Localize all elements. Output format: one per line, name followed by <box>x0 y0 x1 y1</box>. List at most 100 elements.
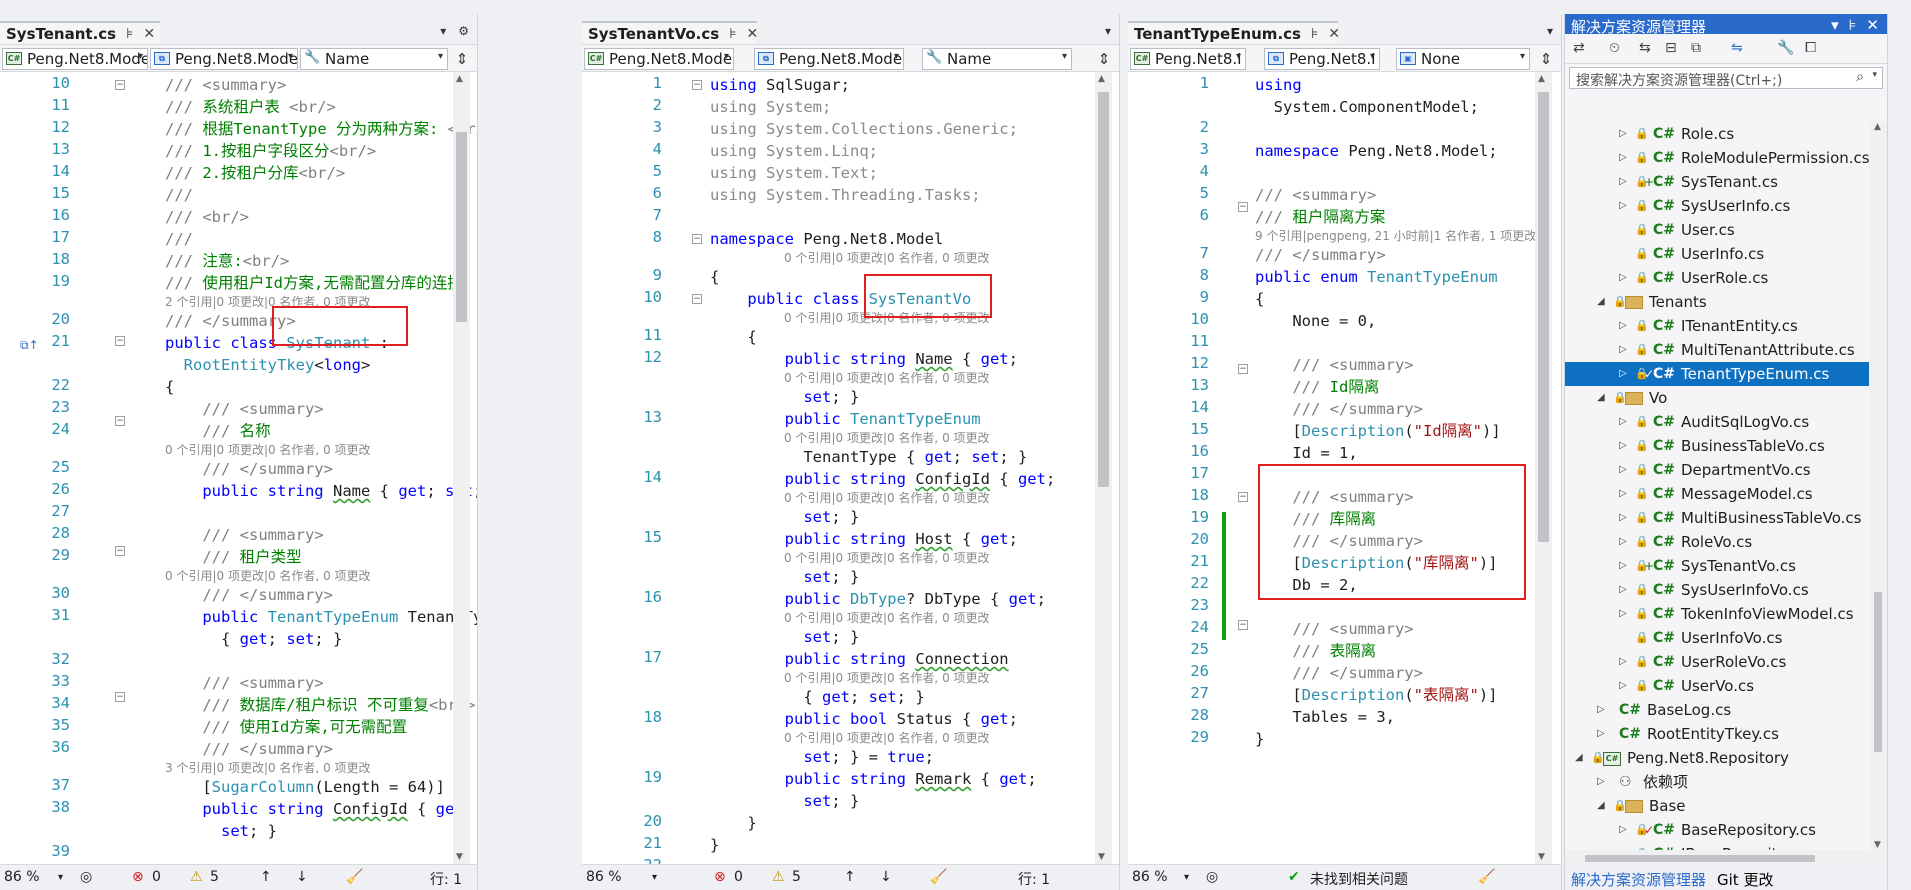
chevron-right-icon[interactable]: ▷ <box>1619 818 1627 842</box>
code-line[interactable]: 11 /// 系统租户表 <br/> <box>0 96 477 118</box>
tree-item[interactable]: ◢ 🔒 C# Peng.Net8.Repository <box>1565 746 1869 770</box>
zoom-level[interactable]: 86 % <box>1132 869 1168 885</box>
zoom-dropdown-icon[interactable]: ▾ <box>1184 872 1189 883</box>
project-combo[interactable]: C# Peng.Net8.I ▾ <box>1130 48 1246 70</box>
code-line[interactable]: 1 using <box>1128 74 1561 96</box>
code-line[interactable]: 7 <box>582 206 1119 228</box>
chevron-right-icon[interactable]: ▷ <box>1619 482 1627 506</box>
codelens-hint[interactable]: 0 个引用|0 项更改|0 名作者, 0 项更改 <box>784 250 990 266</box>
split-icon[interactable]: ⇕ <box>451 48 473 70</box>
tree-item[interactable]: ▷ 🔒 C# UserRole.cs <box>1565 266 1869 290</box>
chevron-right-icon[interactable]: ▷ <box>1619 434 1627 458</box>
fold-toggle-icon[interactable]: − <box>692 80 702 90</box>
code-line[interactable]: 19 public string Remark { get; <box>582 768 1119 790</box>
tab-systenant[interactable]: SysTenant.cs ⊧ ✕ <box>0 21 160 44</box>
code-line[interactable]: set; } <box>582 566 1119 588</box>
scrollbar-thumb[interactable] <box>1585 855 1815 862</box>
tree-item[interactable]: ▷ 🔒 C# Role.cs <box>1565 122 1869 146</box>
cleanup-icon[interactable]: 🧹 <box>930 869 947 885</box>
tree-item[interactable]: ▷ 🔒 ✓ C# TenantTypeEnum.cs <box>1565 362 1869 386</box>
tab-tenanttypeenum[interactable]: TenantTypeEnum.cs ⊧ ✕ <box>1128 21 1340 44</box>
code-line[interactable]: 13 /// Id隔离 <box>1128 376 1561 398</box>
scroll-down-icon[interactable]: ▼ <box>1538 852 1545 862</box>
close-icon[interactable]: ✕ <box>746 26 758 42</box>
chevron-right-icon[interactable]: ▷ <box>1619 170 1627 194</box>
fold-toggle-icon[interactable]: − <box>1238 364 1248 374</box>
code-line[interactable]: 35 /// 使用Id方案,可无需配置 <box>0 716 477 738</box>
type-combo[interactable]: ⧉ Peng.Net8.Model. ▾ <box>150 48 298 70</box>
code-line[interactable]: set; } = true; <box>582 746 1119 768</box>
tree-item[interactable]: ▷ 🔒 C# TokenInfoViewModel.cs <box>1565 602 1869 626</box>
chevron-down-icon[interactable]: ◢ <box>1597 290 1605 314</box>
code-line[interactable]: 5 using System.Text; <box>582 162 1119 184</box>
chevron-right-icon[interactable]: ▷ <box>1619 194 1627 218</box>
tree-item[interactable]: ◢ 🔒 Vo <box>1565 386 1869 410</box>
tree-item[interactable]: 🔒 C# User.cs <box>1565 218 1869 242</box>
tree-item[interactable]: ▷ C# BaseLog.cs <box>1565 698 1869 722</box>
code-line[interactable]: 28 Tables = 3, <box>1128 706 1561 728</box>
tree-item[interactable]: ▷ 🔒 + C# SysTenant.cs <box>1565 170 1869 194</box>
tree-item[interactable]: ▷ 🔒 C# UserRoleVo.cs <box>1565 650 1869 674</box>
code-line[interactable]: 24 /// <summary> <box>1128 618 1561 640</box>
chevron-right-icon[interactable]: ▷ <box>1619 578 1627 602</box>
codelens-hint[interactable]: 0 个引用|0 项更改|0 名作者, 0 项更改 <box>784 490 990 506</box>
pin-icon[interactable]: ⊧ <box>729 26 736 42</box>
fold-toggle-icon[interactable]: − <box>1238 620 1248 630</box>
code-line[interactable]: 3 using System.Collections.Generic; <box>582 118 1119 140</box>
arrow-up-icon[interactable]: ↑ <box>260 869 272 885</box>
code-line[interactable]: RootEntityTkey<long> <box>0 354 477 376</box>
scrollbar-thumb[interactable] <box>1098 92 1109 487</box>
code-line[interactable]: 25 /// </summary> <box>0 458 477 480</box>
codelens-hint[interactable]: 0 个引用|0 项更改|0 名作者, 0 项更改 <box>165 442 371 458</box>
tree-item[interactable]: ◢ 🔒 Tenants <box>1565 290 1869 314</box>
code-line[interactable]: 36 /// </summary> <box>0 738 477 760</box>
code-line[interactable]: 7 /// </summary> <box>1128 244 1561 266</box>
chevron-right-icon[interactable]: ▷ <box>1597 722 1605 746</box>
code-line[interactable]: 2 <box>1128 118 1561 140</box>
code-line[interactable]: 22 { <box>0 376 477 398</box>
pin-icon[interactable]: ⊧ <box>1311 26 1318 42</box>
member-combo[interactable]: 🔧 Name ▾ <box>922 48 1072 70</box>
code-line[interactable]: 29 /// 租户类型 <box>0 546 477 568</box>
zoom-dropdown-icon[interactable]: ▾ <box>652 872 657 883</box>
sync-icon[interactable]: ⇋ <box>1731 40 1743 56</box>
code-line[interactable]: 6 using System.Threading.Tasks; <box>582 184 1119 206</box>
code-line[interactable]: 20 } <box>582 812 1119 834</box>
arrow-down-icon[interactable]: ↓ <box>296 869 308 885</box>
chevron-down-icon[interactable]: ◢ <box>1597 794 1605 818</box>
code-line[interactable]: 10 /// <summary> <box>0 74 477 96</box>
warning-count[interactable]: 5 <box>792 869 801 885</box>
dropdown-icon[interactable]: ▾ <box>1547 24 1553 38</box>
code-line[interactable]: 11 <box>1128 332 1561 354</box>
code-line[interactable]: 1 using SqlSugar; <box>582 74 1119 96</box>
code-editor[interactable]: 10 /// <summary> 11 /// 系统租户表 <br/> 12 /// 根据… <box>0 72 477 864</box>
tree-item[interactable]: ▷ 🔒 C# MultiBusinessTableVo.cs <box>1565 506 1869 530</box>
code-line[interactable]: 26 /// </summary> <box>1128 662 1561 684</box>
tree-item[interactable]: ▷ 🔒 C# RoleVo.cs <box>1565 530 1869 554</box>
chevron-right-icon[interactable]: ▷ <box>1619 458 1627 482</box>
fold-toggle-icon[interactable]: − <box>1238 492 1248 502</box>
error-icon[interactable]: ⊗ <box>714 869 726 885</box>
arrow-up-icon[interactable]: ↑ <box>844 869 856 885</box>
code-line[interactable]: 22 <box>582 856 1119 864</box>
chevron-right-icon[interactable]: ▷ <box>1619 122 1627 146</box>
code-line[interactable]: 25 /// 表隔离 <box>1128 640 1561 662</box>
chevron-right-icon[interactable]: ▷ <box>1619 650 1627 674</box>
chevron-right-icon[interactable]: ▷ <box>1619 362 1627 386</box>
warning-count[interactable]: 5 <box>210 869 219 885</box>
code-line[interactable]: 3 namespace Peng.Net8.Model; <box>1128 140 1561 162</box>
code-line[interactable]: 15 /// <box>0 184 477 206</box>
codelens-hint[interactable]: 0 个引用|0 项更改|0 名作者, 0 项更改 <box>784 370 990 386</box>
code-line[interactable]: System.ComponentModel; <box>1128 96 1561 118</box>
chevron-right-icon[interactable]: ▷ <box>1619 602 1627 626</box>
chevron-right-icon[interactable]: ▷ <box>1619 530 1627 554</box>
code-line[interactable]: 14 /// </summary> <box>1128 398 1561 420</box>
scroll-up-icon[interactable]: ▲ <box>456 74 463 84</box>
chevron-right-icon[interactable]: ▷ <box>1619 842 1627 850</box>
tree-item[interactable]: ▷ 🔒 + C# SysTenantVo.cs <box>1565 554 1869 578</box>
tree-item[interactable]: ▷ 🔒 C# SysUserInfoVo.cs <box>1565 578 1869 602</box>
tab-git-changes[interactable]: Git 更改 <box>1717 869 1773 890</box>
scroll-down-icon[interactable]: ▼ <box>1874 840 1881 850</box>
issues-status[interactable]: 未找到相关问题 <box>1310 869 1408 889</box>
code-line[interactable]: 24 /// 名称 <box>0 420 477 442</box>
